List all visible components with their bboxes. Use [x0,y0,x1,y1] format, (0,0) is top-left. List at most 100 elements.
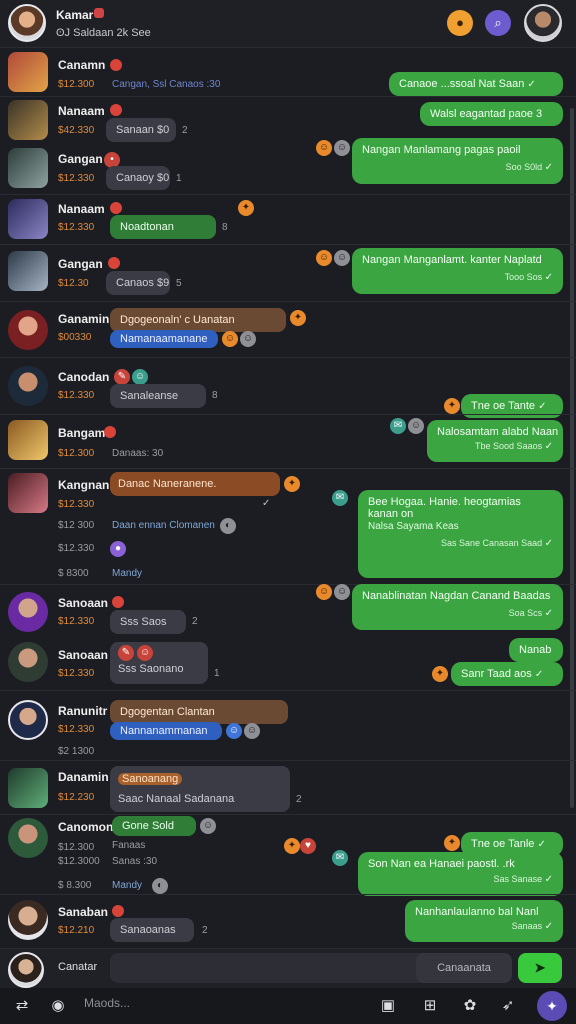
search-input[interactable]: Maods... [84,996,130,1010]
reaction-icon: ☺ [334,584,350,600]
rocket-icon[interactable]: ➶ [496,994,520,1018]
image-icon[interactable]: ▣ [376,994,400,1018]
message-bubble[interactable]: Sanr Taad aos ✓ [451,662,563,686]
reaction-icon: ☺ [222,331,238,347]
avatar[interactable] [8,642,48,682]
sender-stat: $12.300 [58,79,95,90]
sender-tag: Mandy [112,880,143,891]
message-bubble[interactable]: Nanablinatan Nagdan Canand Baadas Soa Sc… [352,584,563,630]
message-bubble[interactable]: Nangan Manlamang pagas paoil Soo S0ld ✓ [352,138,563,184]
location-icon[interactable]: ◉ [46,994,70,1018]
badge-icon [94,8,104,18]
send-button[interactable]: ➤ [518,953,562,983]
reply-count: 8 [222,222,228,233]
avatar[interactable] [8,251,48,291]
composer-avatar[interactable] [8,952,44,988]
sender-name: Sanoaan [58,596,109,610]
read-tick-icon: ✓ [537,839,546,850]
message-preview[interactable]: Noadtonan [110,215,216,239]
message-text: Nanhanlaulanno bal Nanl [415,906,539,918]
search-icon[interactable]: ⌕ [485,10,511,36]
reaction-icon: ☺ [240,331,256,347]
message-preview[interactable]: Dgogentan Clantan [110,700,288,724]
shuffle-icon[interactable]: ⇄ [10,994,34,1018]
message-preview[interactable]: Sanoanang Saac Nanaal Sadanana [110,766,290,812]
sender-tag: Mandy [112,568,143,579]
sender-stat: $12.300 [58,842,95,853]
message-preview[interactable]: Gone Sold [112,816,196,836]
message-bubble[interactable]: Son Nan ea Hanaei paostl. .rk Sas Sanase… [358,852,563,896]
avatar[interactable] [8,700,48,740]
avatar[interactable] [8,420,48,460]
message-bubble[interactable]: Walsl eagantad paoe 3 [420,102,563,126]
chat-title: Kamar [56,8,94,22]
message-text: Tne oe Tanle [471,838,535,850]
message-bubble[interactable]: Canaoe ...ssoal Nat Saan ✓ [389,72,563,96]
message-preview[interactable]: Dgogeonaln' c Uanatan [110,308,286,332]
message-tag[interactable]: Namanaamanane [110,330,218,348]
divider [0,96,576,97]
sender-stat: $12.330 [58,390,95,401]
message-bubble[interactable]: Nalosamtam alabd Naan Tbe Sood Saaos ✓ [427,420,563,462]
sender-name: Ganamin [58,312,110,326]
avatar[interactable] [8,592,48,632]
user-avatar[interactable] [524,4,562,42]
reaction-icon: ☺ [316,250,332,266]
message-preview[interactable]: Sanaoanas [110,918,194,942]
reaction-icon: ☺ [226,723,242,739]
sender-name: Gangan [58,152,103,166]
message-text: Nanab [519,644,552,656]
message-preview[interactable]: ✎ ☺ Sss Saonano [110,642,208,684]
bug-icon[interactable]: ✿ [458,994,482,1018]
divider [0,194,576,195]
sender-stat: $12.300 [58,448,95,459]
divider [0,244,576,245]
read-tick-icon: ✓ [534,669,544,680]
scrollbar[interactable] [570,108,574,808]
message-bubble[interactable]: Nangan Manganlamt. kanter Naplatd Tooo S… [352,248,563,294]
avatar[interactable] [8,100,48,140]
message-bubble[interactable]: Nanhanlaulanno bal Nanl Sanaas ✓ [405,900,563,942]
group-avatar[interactable] [8,4,46,42]
message-text: Sanr Taad aos [461,668,532,680]
read-tick-icon: ✓ [538,401,547,412]
sender-name: Gangan [58,257,103,271]
sender-name: Bangam [58,426,106,440]
reaction-icon: ☺ [244,723,260,739]
avatar[interactable] [8,768,48,808]
sender-name: Canamn [58,58,106,72]
notification-icon[interactable]: ● [447,10,473,36]
avatar[interactable] [8,52,48,92]
compose-fab-icon[interactable]: ✦ [537,991,567,1021]
chat-feed[interactable]: Canamn $12.300 Cangan, Ssl Canaos :30 Ca… [0,48,576,948]
composer-hint[interactable]: Canaanata [416,953,512,983]
message-preview[interactable]: Canaoy $0 [106,166,170,190]
reaction-icon: ✎ [114,369,130,385]
message-preview[interactable]: Danac Naneranene. [110,472,280,496]
sender-name: Sanoaan [58,648,109,662]
avatar[interactable] [8,473,48,513]
avatar[interactable] [8,310,48,350]
sender-stat: $ 8300 [58,568,89,579]
message-tag[interactable]: Nannanammanan [110,722,222,740]
read-tick-icon: ✓ [544,272,553,283]
status-icon [110,202,122,214]
message-bubble[interactable]: Bee Hogaa. Hanie. heogtamias kanan on Na… [358,490,563,578]
sender-name: Sanaban [58,905,109,919]
avatar[interactable] [8,199,48,239]
avatar[interactable] [8,818,48,858]
reaction-icon: ✎ [118,645,134,661]
grid-icon[interactable]: ⊞ [418,994,442,1018]
avatar[interactable] [8,148,48,188]
divider [0,814,576,815]
message-preview[interactable]: Sanaan $0 [106,118,176,142]
message-preview[interactable]: Sanaleanse [110,384,206,408]
reaction-icon: ☺ [137,645,154,661]
message-preview[interactable]: Sss Saos [110,610,186,634]
avatar[interactable] [8,366,48,406]
reaction-icon: ♥ [300,838,316,854]
message-bubble[interactable]: Nanab [509,638,563,662]
message-preview[interactable]: Canaos $9 [106,271,170,295]
avatar[interactable] [8,900,48,940]
reaction-icon: ☺ [200,818,216,834]
